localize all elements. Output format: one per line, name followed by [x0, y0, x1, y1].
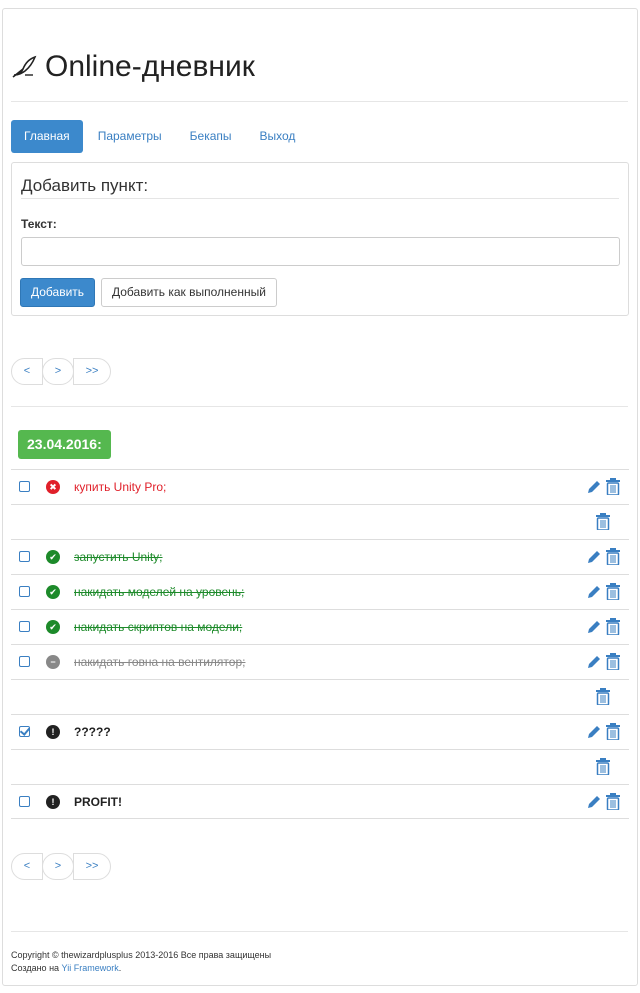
- list-item-actions: [11, 679, 629, 714]
- item-checkbox[interactable]: [19, 656, 30, 667]
- item-checkbox[interactable]: [19, 551, 30, 562]
- item-checkbox[interactable]: [19, 586, 30, 597]
- trash-icon[interactable]: [596, 758, 610, 775]
- trash-icon[interactable]: [606, 583, 620, 600]
- trash-icon[interactable]: [606, 548, 620, 565]
- list-item: − накидать говна на вентилятор;: [11, 644, 629, 679]
- add-item-panel: Добавить пункт: Текст: Добавить Добавить…: [11, 162, 629, 316]
- nav-item-backups[interactable]: Бекапы: [177, 120, 245, 153]
- check-circle-icon: ✔: [46, 550, 60, 564]
- item-text[interactable]: накидать скриптов на модели;: [74, 620, 242, 634]
- item-text[interactable]: ?????: [74, 725, 111, 739]
- trash-icon[interactable]: [596, 688, 610, 705]
- list-item: ✔ запустить Unity;: [11, 539, 629, 574]
- yii-framework-link[interactable]: Yii Framework: [62, 963, 119, 973]
- panel-title: Добавить пункт:: [21, 176, 149, 195]
- pencil-icon[interactable]: [586, 584, 602, 600]
- cross-circle-icon: ✖: [46, 480, 60, 494]
- item-text[interactable]: PROFIT!: [74, 795, 122, 809]
- exclamation-circle-icon: !: [46, 795, 60, 809]
- pager-top: < > >>: [11, 358, 111, 385]
- nav-item-home[interactable]: Главная: [11, 120, 83, 153]
- item-checkbox[interactable]: [19, 481, 30, 492]
- minus-circle-icon: −: [46, 655, 60, 669]
- powered-by-text: Создано на Yii Framework.: [11, 963, 122, 973]
- list-item-actions: [11, 749, 629, 784]
- list-item-actions: [11, 504, 629, 539]
- list-item: ! PROFIT!: [11, 784, 629, 819]
- pencil-icon[interactable]: [586, 479, 602, 495]
- pager-prev-button[interactable]: <: [11, 853, 43, 880]
- page-header: Online-дневник: [11, 50, 255, 84]
- list-divider: [11, 406, 628, 407]
- pager-bottom: < > >>: [11, 853, 111, 880]
- item-text[interactable]: накидать моделей на уровень;: [74, 585, 244, 599]
- pager-last-button[interactable]: >>: [73, 853, 111, 880]
- nav-item-logout[interactable]: Выход: [247, 120, 309, 153]
- trash-icon[interactable]: [606, 723, 620, 740]
- trash-icon[interactable]: [606, 618, 620, 635]
- text-field[interactable]: [21, 237, 620, 266]
- item-checkbox[interactable]: [19, 726, 30, 737]
- page-title: Online-дневник: [45, 50, 255, 83]
- trash-icon[interactable]: [606, 478, 620, 495]
- quill-pen-icon: [12, 55, 37, 78]
- pager-prev-button[interactable]: <: [11, 358, 43, 385]
- item-checkbox[interactable]: [19, 796, 30, 807]
- pager-last-button[interactable]: >>: [73, 358, 111, 385]
- list-item: ! ?????: [11, 714, 629, 749]
- list-item: ✖ купить Unity Pro;: [11, 469, 629, 504]
- item-text[interactable]: запустить Unity;: [74, 550, 163, 564]
- pager-next-button[interactable]: >: [42, 853, 74, 880]
- trash-icon[interactable]: [606, 793, 620, 810]
- trash-icon[interactable]: [596, 513, 610, 530]
- check-circle-icon: ✔: [46, 585, 60, 599]
- pencil-icon[interactable]: [586, 549, 602, 565]
- copyright-text: Copyright © thewizardplusplus 2013-2016 …: [11, 950, 272, 960]
- list-item: ✔ накидать моделей на уровень;: [11, 574, 629, 609]
- pencil-icon[interactable]: [586, 654, 602, 670]
- nav-item-settings[interactable]: Параметры: [85, 120, 175, 153]
- pencil-icon[interactable]: [586, 724, 602, 740]
- footer-divider: [11, 931, 628, 932]
- panel-divider: [21, 198, 619, 199]
- list-item: ✔ накидать скриптов на модели;: [11, 609, 629, 644]
- trash-icon[interactable]: [606, 653, 620, 670]
- footer: Copyright © thewizardplusplus 2013-2016 …: [11, 949, 271, 975]
- pencil-icon[interactable]: [586, 619, 602, 635]
- item-checkbox[interactable]: [19, 621, 30, 632]
- pencil-icon[interactable]: [586, 794, 602, 810]
- pager-next-button[interactable]: >: [42, 358, 74, 385]
- text-field-label: Текст:: [21, 217, 57, 231]
- add-as-done-button[interactable]: Добавить как выполненный: [101, 278, 277, 307]
- date-badge: 23.04.2016:: [18, 430, 111, 459]
- item-text[interactable]: накидать говна на вентилятор;: [74, 655, 245, 669]
- item-text[interactable]: купить Unity Pro;: [74, 480, 166, 494]
- add-button[interactable]: Добавить: [20, 278, 96, 307]
- exclamation-circle-icon: !: [46, 725, 60, 739]
- header-divider: [11, 101, 628, 102]
- main-nav: Главная Параметры Бекапы Выход: [11, 120, 310, 153]
- check-circle-icon: ✔: [46, 620, 60, 634]
